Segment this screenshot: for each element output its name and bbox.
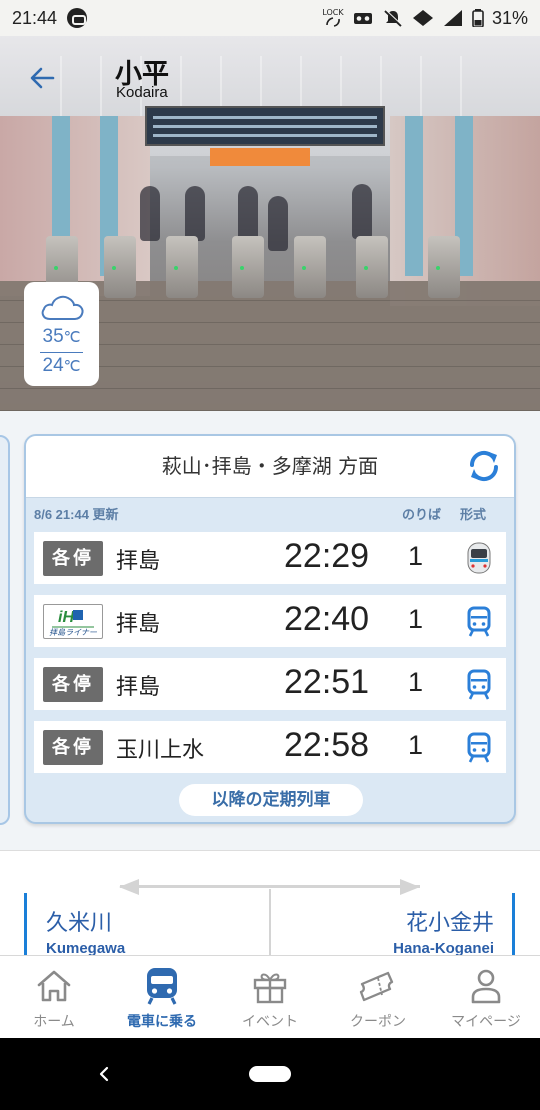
weather-widget: 35℃ 24℃ (24, 282, 99, 386)
person-icon (471, 969, 501, 1004)
svg-text:iH: iH (58, 609, 74, 626)
battery-icon (472, 9, 484, 28)
app-screen: 21:44 LOCK 31% 小平 Kodaira 35℃ 24℃ 萩山･拝島・… (0, 0, 540, 1110)
status-time: 21:44 (12, 7, 58, 28)
arrow-left-icon (119, 879, 139, 895)
train-kind-badge: 各停 (43, 667, 103, 702)
temp-high-value: 35 (42, 326, 64, 347)
later-trains-button[interactable]: 以降の定期列車 (179, 784, 363, 816)
train-destination: 拝島 (116, 549, 161, 574)
departure-time: 22:40 (284, 600, 370, 638)
tab-label: ホーム (33, 1014, 75, 1030)
platform-number: 1 (408, 667, 424, 697)
liner-name: 拝島ライナー (49, 628, 97, 637)
train-photo-icon (467, 542, 491, 574)
temp-unit: ℃ (63, 358, 81, 375)
temp-unit: ℃ (63, 329, 81, 346)
direction-title: 萩山･拝島・多摩湖 方面 (161, 454, 379, 478)
refresh-icon[interactable] (466, 448, 502, 484)
platform-number: 1 (408, 730, 424, 760)
tab-coupons[interactable]: クーポン (324, 956, 432, 1039)
tab-my-page[interactable]: マイページ (432, 956, 540, 1039)
ticket-icon (359, 971, 394, 1002)
tab-label: イベント (242, 1014, 298, 1030)
tab-label: 電車に乗る (127, 1014, 197, 1030)
platform-number: 1 (408, 604, 424, 634)
status-icons: LOCK 31% (322, 8, 528, 29)
temp-low-value: 24 (42, 355, 64, 376)
next-station-name[interactable]: 花小金井 (406, 905, 494, 937)
signal-icon (442, 9, 464, 27)
temp-high: 35℃ (24, 326, 99, 348)
nav-home-pill[interactable] (249, 1066, 291, 1082)
train-row[interactable]: 各停 拝島 22:29 1 (34, 532, 506, 584)
temp-divider (40, 352, 83, 353)
next-station-accent (512, 893, 515, 955)
train-icon (467, 732, 491, 763)
train-row[interactable]: 各停 玉川上水 22:58 1 (34, 721, 506, 773)
vr-icon (352, 9, 374, 27)
departure-time: 22:29 (284, 537, 370, 575)
next-station-roman[interactable]: Hana-Koganei (393, 940, 494, 955)
train-row[interactable]: 各停 拝島 22:51 1 (34, 658, 506, 710)
departure-time: 22:58 (284, 726, 370, 764)
neighbor-stations: 久米川 Kumegawa 花小金井 Hana-Koganei (0, 850, 540, 955)
train-kind-badge: 各停 (43, 730, 103, 765)
status-bar: 21:44 LOCK 31% (0, 0, 540, 36)
train-destination: 拝島 (116, 612, 161, 637)
train-row[interactable]: iH 拝島ライナー 拝島 22:40 1 (34, 595, 506, 647)
updated-time: 8/6 21:44 更新 (34, 507, 119, 522)
gift-icon (253, 973, 287, 1004)
prev-station-roman[interactable]: Kumegawa (46, 940, 125, 955)
timetable-card: 萩山･拝島・多摩湖 方面 8/6 21:44 更新 のりば 形式 各停 拝島 2… (24, 434, 516, 824)
home-icon (37, 970, 71, 1002)
departure-time: 22:51 (284, 663, 370, 701)
train-icon (467, 669, 491, 700)
system-nav-bar (0, 1038, 540, 1110)
tab-label: マイページ (451, 1014, 521, 1030)
battery-percent: 31% (491, 7, 528, 28)
train-destination: 玉川上水 (116, 738, 205, 763)
cloud-icon (41, 295, 84, 320)
train-icon (147, 968, 177, 1005)
tab-home[interactable]: ホーム (0, 956, 108, 1039)
haijima-liner-logo: iH 拝島ライナー (43, 604, 103, 639)
mute-icon (382, 9, 404, 27)
platform-number: 1 (408, 541, 424, 571)
arrow-right-icon (400, 879, 420, 895)
notification-icon (67, 8, 88, 28)
data-saver-icon (412, 9, 434, 27)
nav-back-icon[interactable] (96, 1064, 112, 1084)
back-arrow-icon[interactable] (26, 62, 58, 94)
tab-events[interactable]: イベント (216, 956, 324, 1039)
temp-low: 24℃ (24, 355, 99, 377)
train-destination: 拝島 (116, 675, 161, 700)
bottom-tab-bar: ホーム 電車に乗る イベント クーポン マイページ (0, 955, 540, 1038)
timetable-header: 萩山･拝島・多摩湖 方面 (26, 436, 514, 498)
prev-station-name[interactable]: 久米川 (46, 905, 112, 937)
previous-card-peek[interactable] (0, 435, 10, 825)
tab-label: クーポン (350, 1014, 406, 1030)
neighbor-divider (269, 889, 271, 955)
train-icon (467, 606, 491, 637)
platform-column-header: のりば (402, 507, 442, 522)
lock-rotation-icon: LOCK (322, 9, 344, 27)
tab-ride-train[interactable]: 電車に乗る (108, 956, 216, 1039)
prev-station-accent (24, 893, 27, 955)
station-name-roman: Kodaira (116, 84, 168, 101)
train-kind-badge: 各停 (43, 541, 103, 576)
line-track (120, 885, 420, 888)
type-column-header: 形式 (460, 507, 487, 522)
